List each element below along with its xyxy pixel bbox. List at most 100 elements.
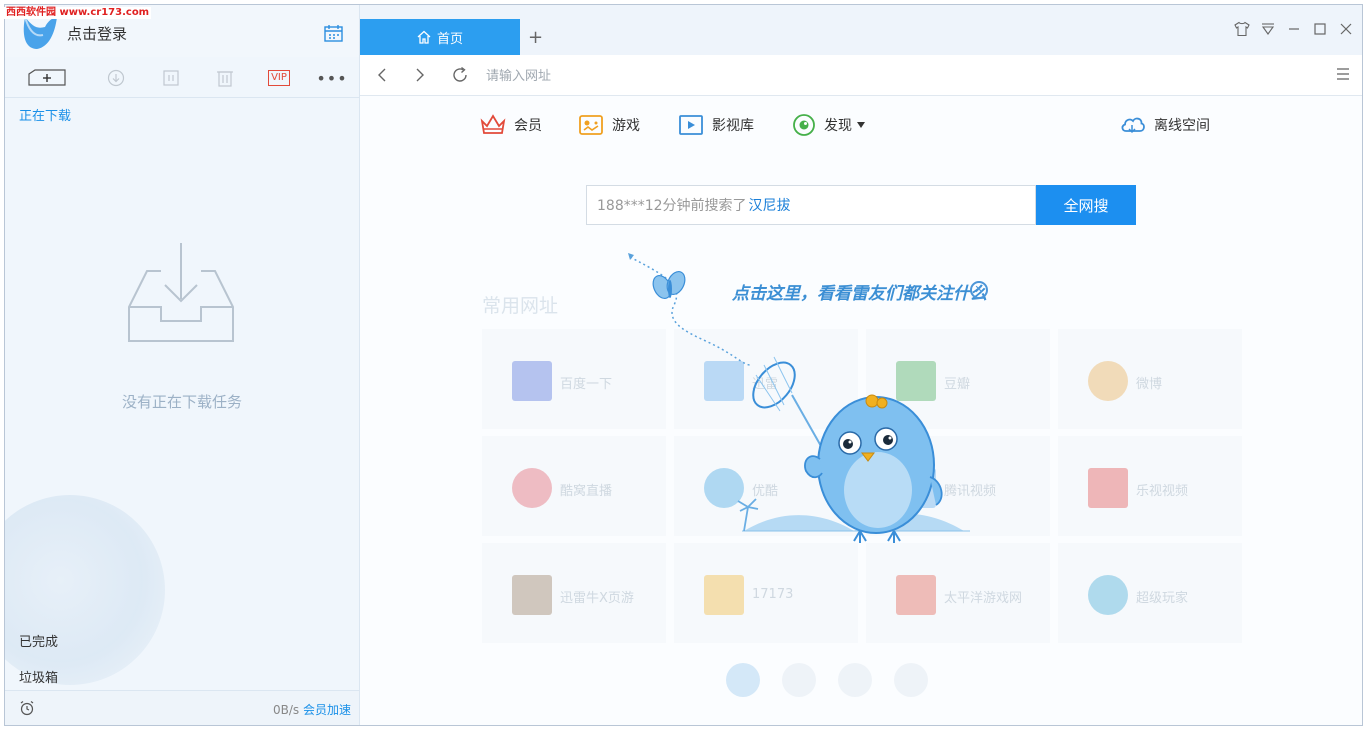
bottom-dock	[726, 663, 946, 699]
new-tab-button[interactable]: +	[528, 27, 543, 48]
pause-icon	[163, 70, 179, 86]
speed-value: 0B/s	[272, 703, 300, 717]
back-button[interactable]	[372, 65, 392, 85]
offline-space-link[interactable]: 离线空间	[1120, 113, 1210, 137]
site-tile-label: 乐视视频	[1136, 484, 1189, 499]
site-tile-label: 酷窝直播	[560, 484, 613, 499]
new-task-button[interactable]	[27, 67, 67, 89]
site-tile-label: 微博	[1136, 377, 1163, 392]
login-link[interactable]: 点击登录	[67, 23, 127, 44]
vip-speedup-link[interactable]: 会员加速	[303, 703, 351, 717]
download-panel: 点击登录 VIP ••• 正在下载 没有正在下载任务 已完成 垃圾箱 0B/s …	[5, 5, 360, 725]
live-stream-icon	[512, 468, 552, 508]
search-hint: 188***12分钟前搜索了	[597, 198, 747, 214]
cloud-icon	[1121, 117, 1145, 134]
completed-category[interactable]: 已完成	[19, 631, 58, 650]
tab-bar: 首页 +	[360, 5, 1362, 55]
pcgames-icon	[896, 575, 936, 615]
skin-button[interactable]	[1232, 19, 1252, 39]
tab-home[interactable]: 首页	[360, 19, 520, 55]
discover-label: 发现	[824, 118, 852, 134]
maximize-button[interactable]	[1310, 19, 1330, 39]
common-sites-title: 常用网址	[482, 295, 559, 317]
address-bar	[360, 55, 1362, 96]
globe-decoration	[5, 495, 165, 685]
member-label: 会员	[514, 118, 542, 134]
ie-icon[interactable]	[726, 663, 760, 697]
refresh-icon	[453, 66, 467, 82]
hamburger-menu-icon[interactable]	[1336, 67, 1350, 81]
member-link[interactable]: 会员	[480, 113, 542, 137]
games-link[interactable]: 游戏	[578, 113, 640, 137]
games-label: 游戏	[612, 118, 640, 134]
site-tile[interactable]: 微博	[1058, 329, 1242, 429]
trash-icon	[217, 71, 233, 87]
promo-callout[interactable]: 点击这里，看看雷友们都关注什么	[732, 279, 987, 304]
search-all-button[interactable]: 全网搜	[1036, 185, 1136, 225]
vip-badge: VIP	[268, 70, 290, 86]
trash-category[interactable]: 垃圾箱	[19, 667, 58, 686]
pause-button[interactable]	[160, 67, 182, 89]
url-input[interactable]	[484, 65, 1308, 87]
back-arrow-icon	[378, 68, 386, 82]
tab-home-label: 首页	[436, 31, 463, 47]
calendar-icon[interactable]	[323, 23, 345, 43]
empty-inbox-icon	[128, 243, 234, 342]
gamepad-icon	[579, 115, 603, 135]
baidu-icon	[512, 361, 552, 401]
alarm-clock-icon[interactable]	[19, 700, 35, 716]
site-tile[interactable]: 迅雷牛X页游	[482, 543, 666, 643]
site-tile-label: 太平洋游戏网	[944, 591, 1023, 606]
video-library-link[interactable]: 影视库	[678, 113, 754, 137]
site-tile-label: 17173	[752, 587, 794, 602]
crown-icon	[480, 114, 506, 134]
site-tile[interactable]: 17173	[674, 543, 858, 643]
new-task-icon	[28, 69, 66, 86]
site-tile-label: 百度一下	[560, 377, 613, 392]
site-tile-label: 超级玩家	[1136, 591, 1189, 606]
search-hot-keyword[interactable]: 汉尼拔	[749, 195, 791, 215]
watermark: 西西软件园 www.cr173.com	[4, 7, 152, 19]
empty-message: 没有正在下载任务	[121, 393, 242, 411]
downloading-category[interactable]: 正在下载	[19, 105, 71, 124]
minimize-icon	[1289, 28, 1299, 30]
football-icon[interactable]	[838, 663, 872, 697]
close-icon	[1340, 23, 1352, 35]
site-tile[interactable]: 乐视视频	[1058, 436, 1242, 536]
forward-button[interactable]	[410, 65, 430, 85]
shirt-icon	[1234, 21, 1250, 37]
vip-button[interactable]: VIP	[267, 67, 291, 89]
triangle-menu-icon	[1261, 23, 1275, 35]
forward-arrow-icon	[416, 68, 424, 82]
site-tile[interactable]: 太平洋游戏网	[866, 543, 1050, 643]
speed-status: 0B/s 会员加速	[273, 701, 351, 718]
promo-close-button[interactable]: ✕	[970, 281, 988, 299]
status-footer: 0B/s 会员加速	[5, 690, 359, 725]
letv-icon	[1088, 468, 1128, 508]
search-input[interactable]: 188***12分钟前搜索了 汉尼拔	[586, 185, 1036, 225]
discover-dropdown[interactable]: 发现	[792, 113, 874, 137]
video-player-icon	[679, 115, 703, 135]
site-tile-label: 迅雷牛X页游	[560, 591, 634, 606]
offline-space-label: 离线空间	[1154, 118, 1210, 134]
discover-eye-icon	[793, 114, 815, 136]
minimize-button[interactable]	[1284, 19, 1304, 39]
play-icon[interactable]	[782, 663, 816, 697]
home-icon	[417, 30, 431, 44]
start-button[interactable]	[105, 67, 127, 89]
delete-button[interactable]	[214, 67, 236, 89]
more-icon[interactable]: •••	[316, 67, 346, 89]
download-toolbar: VIP •••	[5, 59, 359, 98]
close-button[interactable]	[1336, 19, 1356, 39]
refresh-button[interactable]	[450, 65, 470, 85]
caret-down-icon	[857, 122, 865, 128]
maximize-icon	[1314, 23, 1326, 35]
game-controller-icon[interactable]	[894, 663, 928, 697]
super-player-icon	[1088, 575, 1128, 615]
dropdown-menu-button[interactable]	[1258, 19, 1278, 39]
download-circle-icon	[107, 69, 125, 87]
app-window: 点击登录 VIP ••• 正在下载 没有正在下载任务 已完成 垃圾箱 0B/s …	[4, 4, 1363, 726]
browser-area: 首页 + 请输入网址 会员 游戏 影视库 发现 离线空间 188***12分钟前…	[360, 5, 1362, 725]
site-tile[interactable]: 超级玩家	[1058, 543, 1242, 643]
video-library-label: 影视库	[712, 118, 754, 134]
